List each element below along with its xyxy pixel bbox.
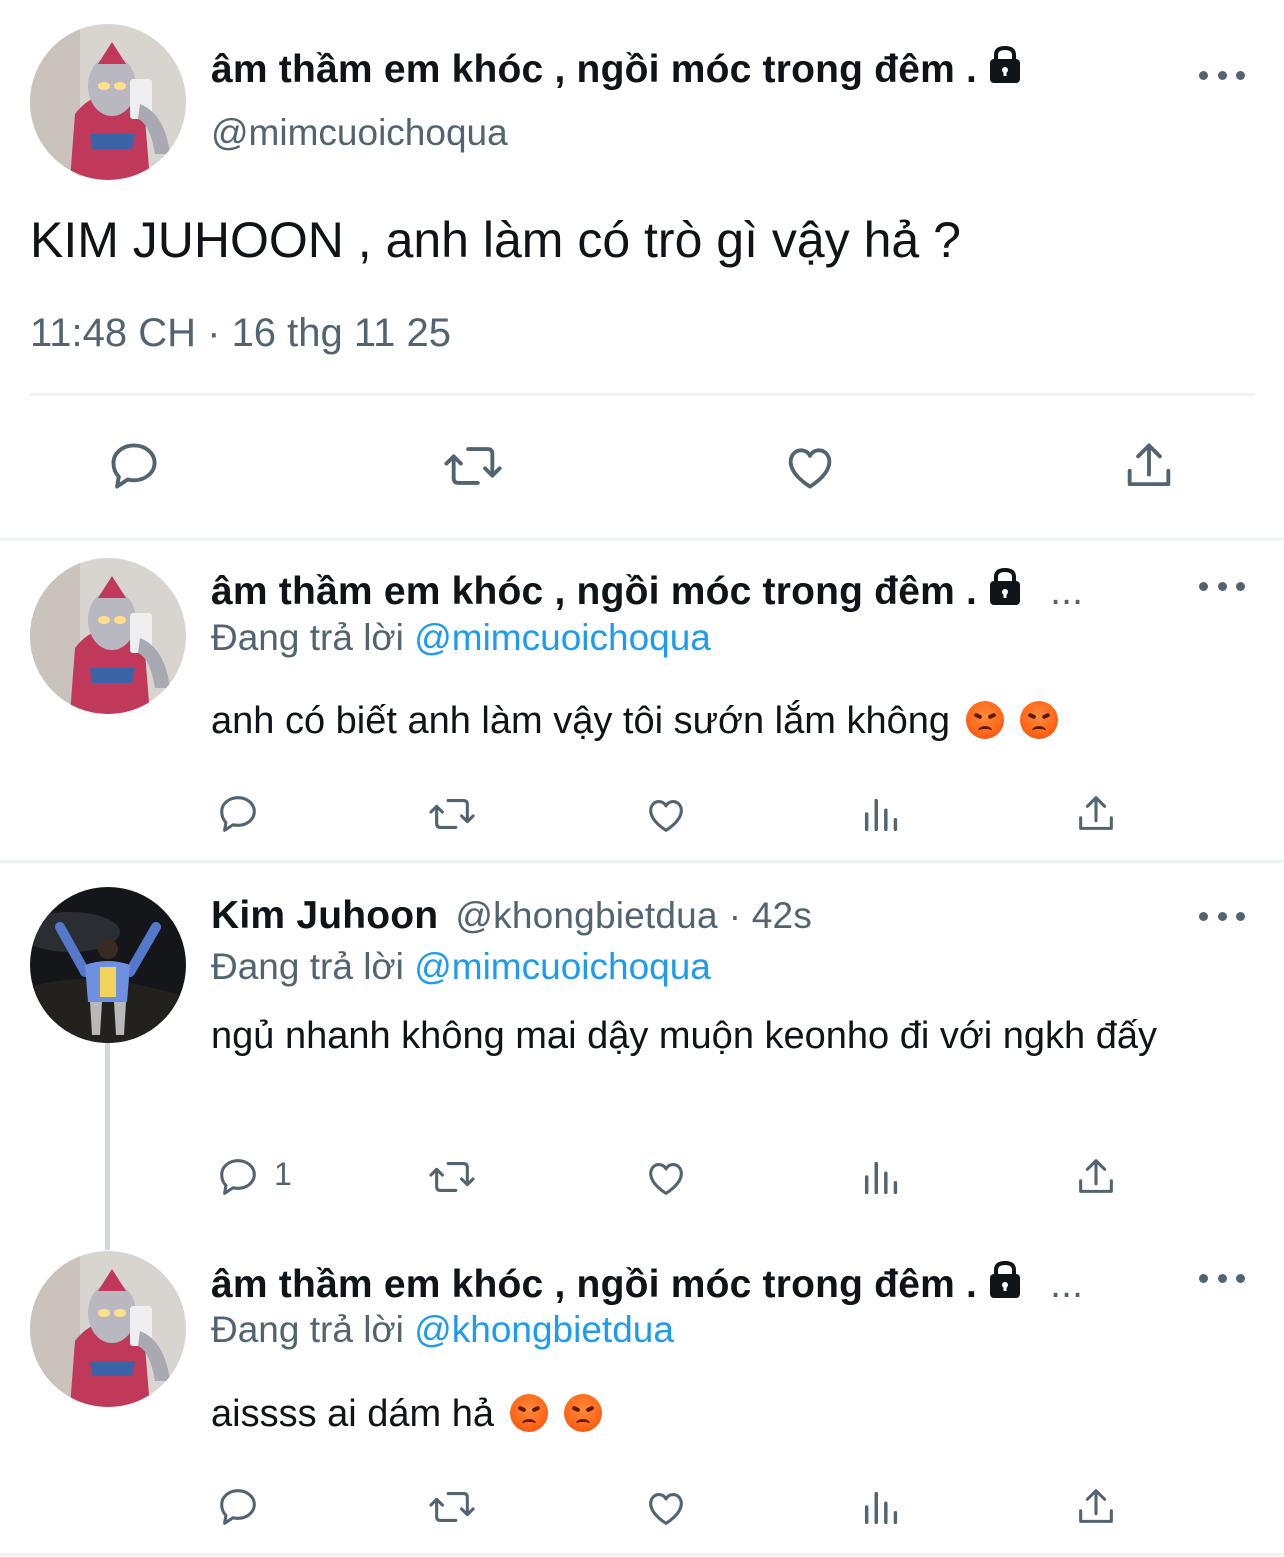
more-options-icon[interactable]: [1199, 1268, 1245, 1288]
analytics-icon[interactable]: [859, 1484, 905, 1530]
like-icon[interactable]: [643, 791, 689, 837]
like-icon[interactable]: [643, 1484, 689, 1530]
share-icon[interactable]: [1073, 1484, 1119, 1530]
reply-author-handle[interactable]: @khongbietdua: [455, 895, 717, 936]
analytics-icon[interactable]: [859, 1154, 905, 1200]
divider: [30, 393, 1255, 396]
reply-display-name[interactable]: Kim Juhoon @khongbietdua · 42s: [211, 894, 812, 938]
angry-face-emoji: [510, 1394, 549, 1432]
replying-to-link[interactable]: @khongbietdua: [414, 1309, 674, 1350]
analytics-icon[interactable]: [859, 791, 905, 837]
share-icon[interactable]: [1073, 1154, 1119, 1200]
lock-icon: [985, 44, 1025, 94]
thread-connector-line: [105, 1040, 110, 1250]
angry-face-emoji: [965, 701, 1004, 739]
more-options-icon[interactable]: [1199, 576, 1245, 596]
retweet-icon[interactable]: [440, 437, 506, 495]
replying-to-link[interactable]: @mimcuoichoqua: [414, 946, 711, 987]
reply-display-name[interactable]: âm thầm em khóc , ngồi móc trong đêm . .…: [211, 1259, 1083, 1309]
reply-icon[interactable]: [215, 791, 261, 837]
more-options-icon[interactable]: [1199, 906, 1245, 926]
reply-display-name[interactable]: âm thầm em khóc , ngồi móc trong đêm . .…: [211, 566, 1083, 616]
retweet-icon[interactable]: [425, 1154, 479, 1200]
section-divider: [0, 860, 1284, 863]
reply-time[interactable]: · 42s: [729, 895, 812, 936]
reply-count: 1: [274, 1156, 292, 1192]
replying-to-line: Đang trả lời @khongbietdua: [211, 1309, 674, 1350]
name-truncation: ...: [1050, 570, 1084, 613]
author-avatar[interactable]: [30, 24, 186, 180]
reply-author-avatar[interactable]: [30, 887, 186, 1043]
reply-text: aissss ai dám hả: [211, 1388, 603, 1440]
reply-author-avatar[interactable]: [30, 558, 186, 714]
share-icon[interactable]: [1120, 437, 1178, 495]
angry-face-emoji: [1019, 701, 1058, 739]
reply-icon[interactable]: [215, 1484, 261, 1530]
reply-icon[interactable]: [215, 1154, 261, 1200]
reply-author-avatar[interactable]: [30, 1251, 186, 1407]
retweet-icon[interactable]: [425, 791, 479, 837]
replying-to-line: Đang trả lời @mimcuoichoqua: [211, 617, 711, 658]
reply-text: ngủ nhanh không mai dậy muộn keonho đi v…: [211, 1015, 1158, 1057]
author-handle[interactable]: @mimcuoichoqua: [211, 112, 508, 154]
tweet-text: KIM JUHOON , anh làm có trò gì vậy hả ?: [30, 212, 961, 268]
tweet-timestamp[interactable]: 11:48 CH · 16 thg 11 25: [30, 311, 451, 356]
like-icon[interactable]: [643, 1154, 689, 1200]
share-icon[interactable]: [1073, 791, 1119, 837]
section-divider: [0, 538, 1284, 541]
retweet-icon[interactable]: [425, 1484, 479, 1530]
section-divider: [0, 1553, 1284, 1556]
replying-to-line: Đang trả lời @mimcuoichoqua: [211, 946, 711, 987]
lock-icon: [985, 566, 1025, 616]
reply-icon[interactable]: [105, 437, 163, 495]
name-truncation: ...: [1050, 1263, 1084, 1306]
replying-to-link[interactable]: @mimcuoichoqua: [414, 617, 711, 658]
like-icon[interactable]: [781, 437, 839, 495]
more-options-icon[interactable]: [1199, 65, 1245, 85]
reply-text: anh có biết anh làm vậy tôi sướn lắm khô…: [211, 695, 1058, 747]
author-display-name[interactable]: âm thầm em khóc , ngồi móc trong đêm .: [211, 44, 1025, 94]
lock-icon: [985, 1259, 1025, 1309]
angry-face-emoji: [564, 1394, 603, 1432]
